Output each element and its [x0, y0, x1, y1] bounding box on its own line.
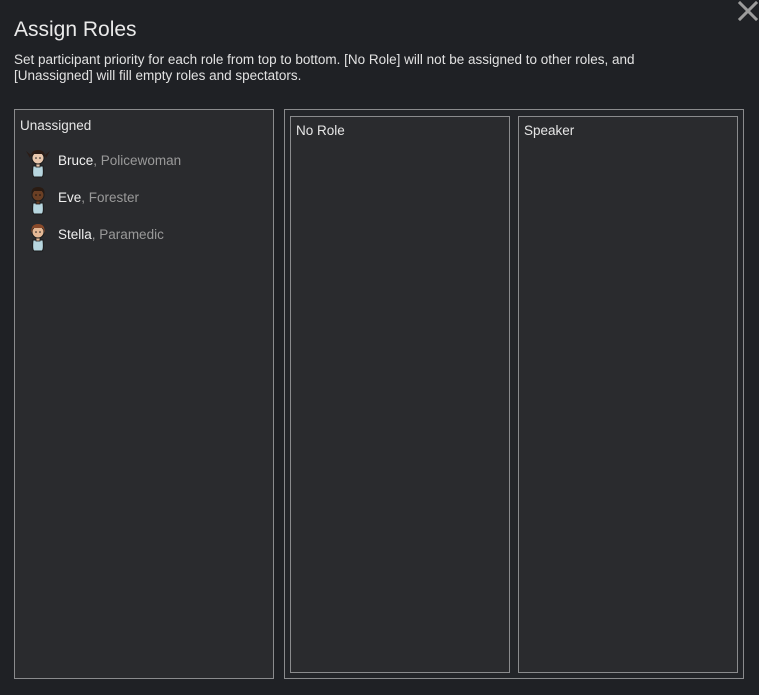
pawn-portrait-icon [31, 187, 45, 215]
pawn-portrait-icon [26, 150, 50, 178]
pawn-name: Bruce [58, 153, 94, 168]
pawn-job: Policewoman [100, 153, 182, 168]
pawn-name: Stella [58, 227, 92, 242]
pawn-name: Eve [58, 190, 82, 205]
role-label: No Role [296, 123, 345, 138]
roles-panel: No Role Speaker [284, 109, 744, 679]
role-column-no-role[interactable]: No Role [290, 116, 510, 673]
pawn-row[interactable]: Stella, Paramedic [23, 220, 263, 257]
dialog-title: Assign Roles [14, 18, 137, 41]
close-icon [737, 0, 759, 22]
unassigned-label: Unassigned [20, 118, 92, 133]
role-label: Speaker [524, 123, 575, 138]
pawn-portrait-icon [31, 224, 45, 252]
unassigned-pawn-list: Bruce, Policewoman Eve, Forester Stella,… [23, 146, 263, 257]
pawn-job: Paramedic [99, 227, 164, 242]
pawn-row[interactable]: Bruce, Policewoman [23, 146, 263, 183]
dialog-description: Set participant priority for each role f… [14, 52, 635, 83]
pawn-separator: , [93, 153, 101, 168]
unassigned-panel[interactable]: Unassigned Bruce, Policewoman Eve, Fores… [14, 109, 274, 679]
pawn-separator: , [81, 190, 89, 205]
role-column-speaker[interactable]: Speaker [518, 116, 738, 673]
close-button[interactable] [737, 0, 759, 22]
assign-roles-dialog: Assign Roles Set participant priority fo… [0, 0, 759, 695]
pawn-row[interactable]: Eve, Forester [23, 183, 263, 220]
pawn-job: Forester [88, 190, 140, 205]
